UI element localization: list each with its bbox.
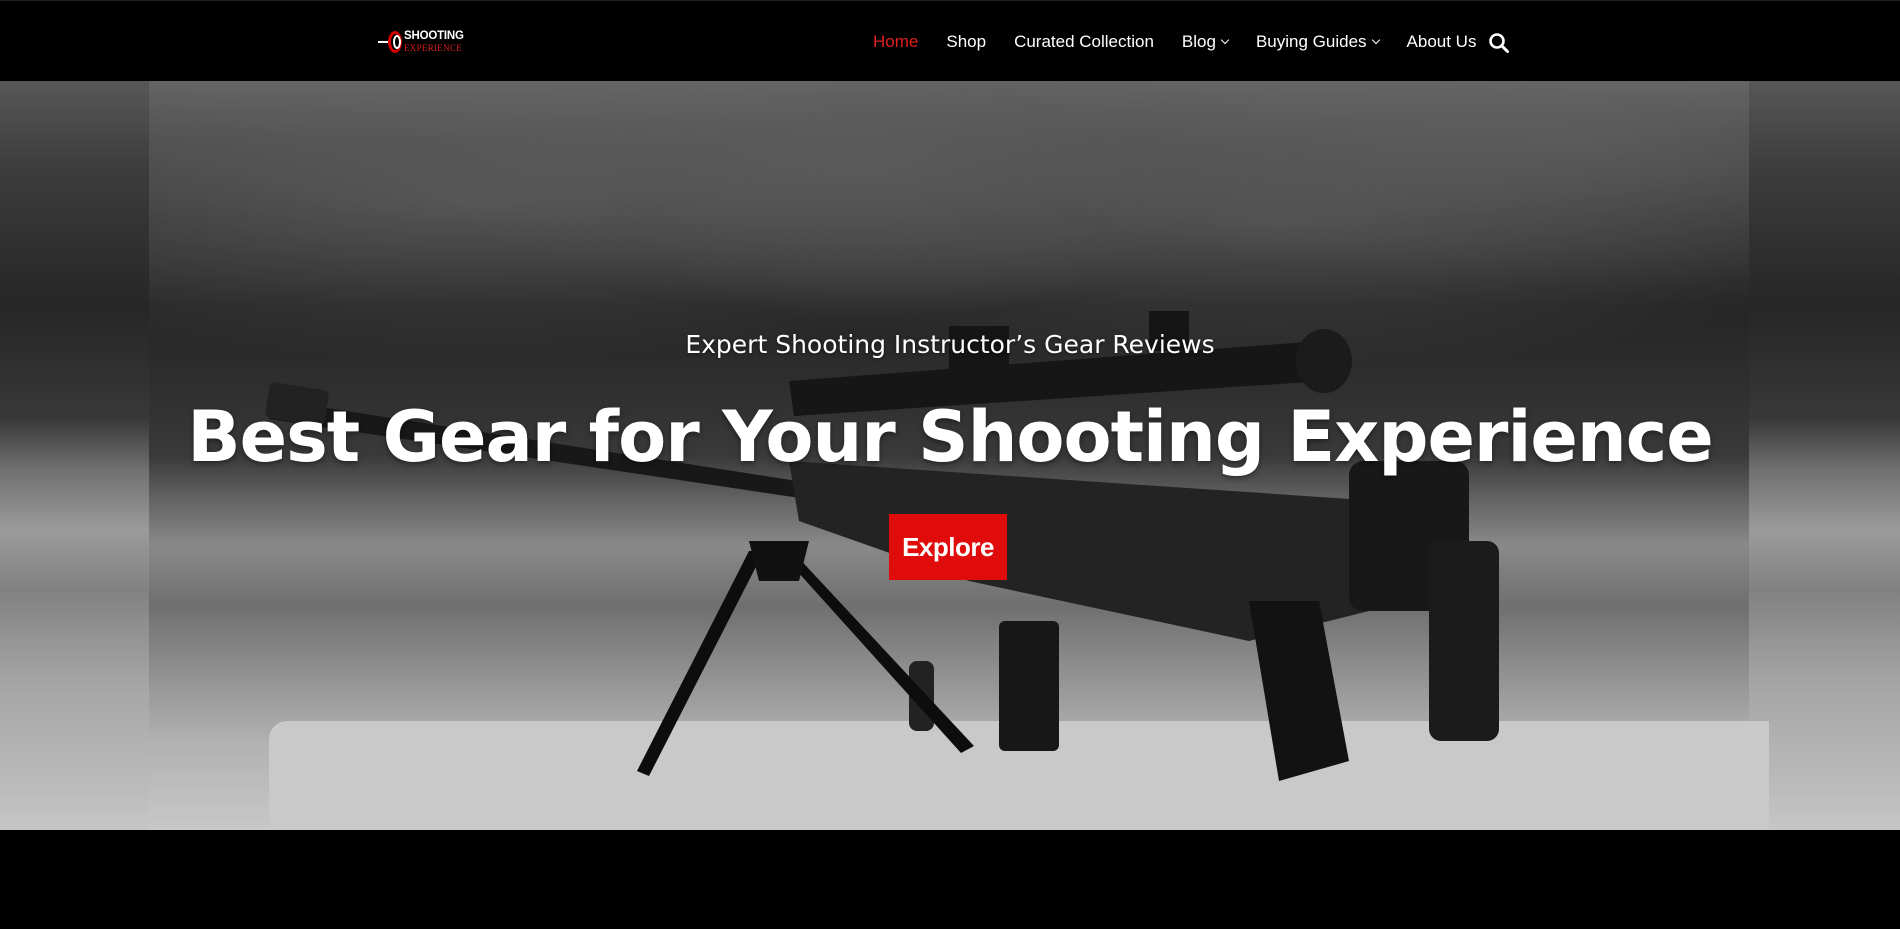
- nav-item-home[interactable]: Home: [873, 32, 918, 52]
- chevron-down-icon: [1220, 35, 1230, 44]
- hero-subtitle: Expert Shooting Instructor’s Gear Review…: [685, 330, 1215, 359]
- site-logo[interactable]: SHOOTING EXPERIENCE: [378, 27, 488, 57]
- hero-title: Best Gear for Your Shooting Experience: [187, 396, 1713, 478]
- nav-item-label: About Us: [1406, 31, 1477, 51]
- explore-button[interactable]: Explore: [889, 514, 1007, 580]
- page-bottom-area: [0, 830, 1900, 929]
- nav-item-curated-collection[interactable]: Curated Collection: [1014, 32, 1154, 52]
- logo-bullet-icon: [378, 27, 408, 57]
- nav-item-label: Blog: [1181, 31, 1216, 51]
- search-icon: [1489, 33, 1509, 53]
- nav-item-label: Home: [873, 31, 919, 51]
- nav-item-label: Shop: [946, 31, 987, 51]
- site-header: SHOOTING EXPERIENCE Home Shop Curated Co…: [0, 0, 1900, 81]
- main-nav: Home Shop Curated Collection Blog Buying…: [873, 1, 1504, 82]
- logo-line-2: EXPERIENCE: [404, 42, 462, 53]
- nav-item-shop[interactable]: Shop: [946, 32, 986, 52]
- nav-item-about-us[interactable]: About Us: [1407, 32, 1477, 52]
- logo-text: SHOOTING EXPERIENCE: [404, 31, 464, 53]
- nav-item-label: Curated Collection: [1014, 31, 1154, 51]
- search-button[interactable]: [1488, 32, 1510, 54]
- hero-section: Expert Shooting Instructor’s Gear Review…: [0, 81, 1900, 830]
- nav-item-label: Buying Guides: [1255, 31, 1367, 51]
- chevron-down-icon: [1371, 35, 1380, 44]
- nav-item-blog[interactable]: Blog: [1181, 31, 1230, 52]
- logo-line-1: SHOOTING: [404, 30, 464, 43]
- nav-item-buying-guides[interactable]: Buying Guides: [1255, 31, 1380, 52]
